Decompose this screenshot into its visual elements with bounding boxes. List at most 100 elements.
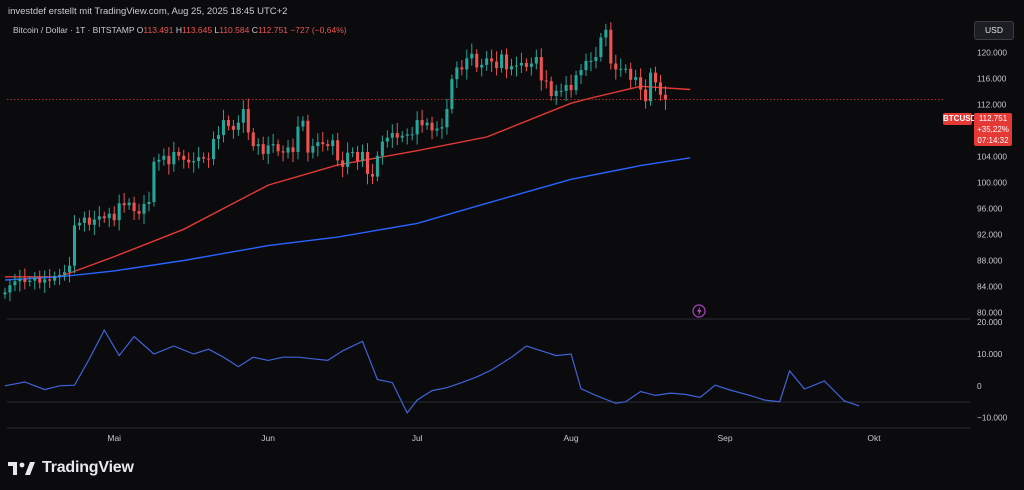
candle-body: [634, 77, 638, 80]
candle-body: [48, 279, 52, 281]
candle-body: [470, 53, 474, 59]
candle-body: [574, 75, 578, 91]
candle-body: [589, 60, 593, 62]
candle-body: [480, 64, 484, 68]
candle-body: [122, 203, 126, 206]
candle-body: [192, 161, 196, 163]
candle-body: [216, 135, 221, 139]
candle-body: [539, 57, 543, 81]
price-change-percent: +35,22%: [977, 125, 1009, 134]
candle-body: [629, 68, 633, 80]
candle-body: [554, 90, 558, 97]
candle-body: [281, 151, 285, 153]
candle-body: [271, 144, 275, 146]
candle-body: [599, 37, 603, 58]
candle-body: [370, 174, 374, 177]
candle-body: [231, 125, 235, 130]
candle-body: [241, 109, 245, 123]
candle-body: [33, 278, 37, 281]
candle-body: [445, 109, 449, 128]
chart-canvas[interactable]: 124.000120.000116.000112.000108.000104.0…: [0, 0, 1024, 490]
candle-body: [63, 272, 67, 275]
oscillator-tick-label: −10.000: [977, 413, 1008, 423]
candle-body: [3, 292, 7, 295]
candle-body: [58, 274, 62, 277]
price-tick-label: 80.000: [977, 308, 1003, 318]
price-tick-label: 100.000: [977, 178, 1007, 188]
candle-body: [504, 54, 509, 70]
candle-body: [102, 216, 106, 219]
candle-body: [549, 81, 553, 97]
candle-body: [316, 142, 320, 147]
time-tick-label: Mai: [107, 433, 121, 443]
candle-body: [172, 151, 176, 165]
candle-body: [167, 155, 171, 165]
candle-body: [405, 134, 409, 136]
candle: [152, 157, 156, 207]
candle-body: [336, 140, 340, 161]
candle-body: [23, 278, 27, 282]
candle-body: [534, 57, 538, 64]
candle: [649, 68, 653, 106]
price-tick-label: 116.000: [977, 74, 1007, 84]
candle-body: [87, 217, 91, 225]
candle-body: [43, 279, 47, 283]
low-value: 110.584: [219, 25, 250, 35]
time-tick-label: Jun: [261, 433, 275, 443]
candle-body: [658, 82, 663, 95]
candle-body: [360, 151, 365, 162]
time-tick-label: Okt: [867, 433, 881, 443]
high-value: 113.645: [182, 25, 213, 35]
candle-body: [246, 109, 250, 133]
last-price: 112.751: [978, 114, 1008, 123]
candle-body: [226, 120, 230, 126]
candle-body: [639, 77, 643, 90]
candle-body: [152, 161, 156, 202]
candle-body: [619, 68, 623, 70]
candle-body: [346, 152, 350, 167]
oscillator-tick-label: 20.000: [977, 317, 1003, 327]
candle-body: [614, 63, 618, 70]
candle-body: [18, 278, 22, 282]
candle-body: [276, 144, 280, 152]
price-tick-label: 104.000: [977, 152, 1007, 162]
price-tick-label: 92.000: [977, 230, 1003, 240]
candle-body: [564, 85, 568, 91]
candle-body: [77, 222, 81, 226]
candle-body: [653, 72, 658, 83]
candle-body: [182, 155, 186, 160]
brand-name: TradingView: [42, 459, 134, 476]
currency-button[interactable]: USD: [974, 21, 1014, 40]
candle-body: [609, 29, 613, 64]
candle: [450, 74, 454, 114]
candle-body: [544, 80, 548, 82]
candle-body: [157, 159, 161, 162]
candle-body: [460, 67, 464, 70]
oscillator-tick-label: 10.000: [977, 349, 1003, 359]
candle-body: [385, 137, 389, 142]
candle-body: [326, 144, 330, 147]
candle-body: [97, 216, 101, 220]
tradingview-brand[interactable]: TradingView: [8, 458, 134, 478]
candle-body: [117, 203, 121, 221]
candle-body: [177, 151, 181, 156]
chart-caption: investdef erstellt mit TradingView.com, …: [8, 6, 288, 17]
candle-body: [202, 157, 206, 159]
candle-body: [311, 146, 315, 153]
candle-body: [211, 138, 216, 160]
candle-body: [604, 29, 608, 38]
candle-body: [579, 70, 583, 76]
candle-body: [107, 213, 111, 219]
candle-body: [296, 126, 300, 152]
time-tick-label: Aug: [564, 433, 579, 443]
candle-body: [435, 128, 439, 131]
candle-body: [112, 213, 116, 221]
candle-body: [266, 145, 270, 154]
candle-body: [375, 155, 379, 177]
candle-body: [356, 151, 360, 162]
candle-body: [450, 79, 454, 110]
candle-body: [291, 147, 295, 152]
candle-body: [261, 144, 265, 154]
candle-body: [524, 62, 528, 67]
candle-body: [495, 61, 499, 69]
